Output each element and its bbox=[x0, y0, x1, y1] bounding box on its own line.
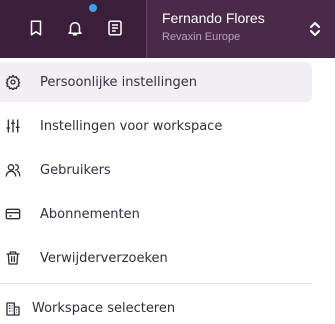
menu-item-persoonlijke-instellingen[interactable]: Persoonlijke instellingen bbox=[0, 62, 312, 102]
notification-dot bbox=[89, 4, 97, 12]
menu-item-gebruikers[interactable]: Gebruikers bbox=[0, 150, 312, 190]
trash-icon bbox=[4, 249, 22, 267]
menu-item-verwijderverzoeken[interactable]: Verwijderverzoeken bbox=[0, 238, 312, 278]
building-icon bbox=[4, 300, 22, 318]
menu-item-label: Gebruikers bbox=[40, 162, 111, 178]
user-organization: Revaxin Europe bbox=[162, 31, 241, 43]
sliders-icon bbox=[4, 117, 22, 135]
menu-divider bbox=[0, 283, 312, 284]
top-bar: Fernando Flores Revaxin Europe bbox=[0, 0, 335, 58]
menu-item-label: Verwijderverzoeken bbox=[40, 250, 168, 266]
credit-card-icon bbox=[4, 205, 22, 223]
workspace-select-label: Workspace selecteren bbox=[32, 301, 176, 316]
newspaper-icon[interactable] bbox=[104, 17, 126, 39]
user-switcher[interactable]: Fernando Flores Revaxin Europe bbox=[146, 0, 335, 58]
workspace-select-button[interactable]: Workspace selecteren bbox=[0, 291, 312, 324]
bell-icon[interactable] bbox=[64, 17, 86, 39]
user-name: Fernando Flores bbox=[162, 10, 265, 26]
chevron-up-down-icon bbox=[310, 22, 320, 36]
menu-item-abonnementen[interactable]: Abonnementen bbox=[0, 194, 312, 234]
bookmark-icon[interactable] bbox=[25, 17, 47, 39]
users-icon bbox=[4, 161, 22, 179]
gear-icon bbox=[4, 73, 22, 91]
menu-item-label: Instellingen voor workspace bbox=[40, 118, 223, 134]
menu-item-label: Persoonlijke instellingen bbox=[40, 74, 197, 90]
menu-item-instellingen-workspace[interactable]: Instellingen voor workspace bbox=[0, 106, 312, 146]
menu-item-label: Abonnementen bbox=[40, 206, 140, 222]
